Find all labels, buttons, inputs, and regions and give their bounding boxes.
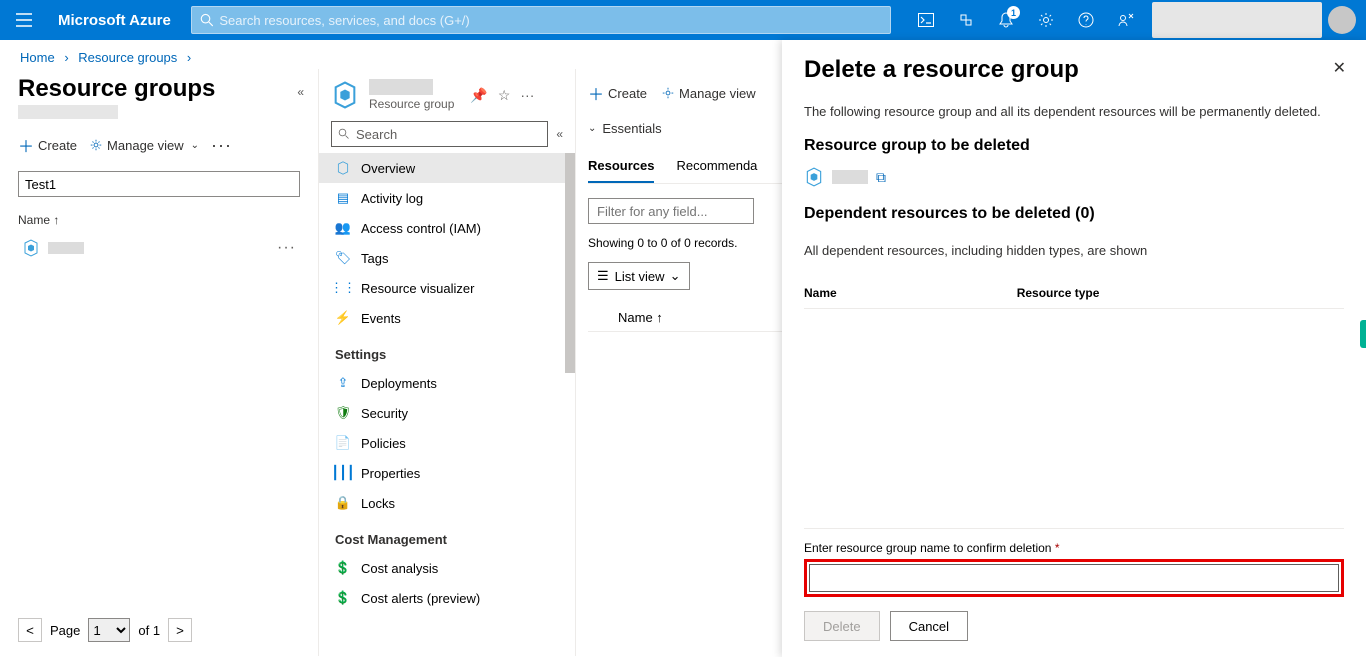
nav-access-control[interactable]: 👥Access control (IAM) [319,213,575,243]
nav-deployments[interactable]: ⇪Deployments [319,368,575,398]
nav-policies[interactable]: 📄Policies [319,428,575,458]
collapse-nav-icon[interactable]: « [556,127,563,141]
nav-search-input[interactable]: Search [331,121,548,147]
collapse-panel-icon[interactable]: « [297,85,304,99]
prev-page-button[interactable]: < [18,618,42,642]
search-input[interactable] [219,13,881,28]
more-icon[interactable]: ··· [211,135,232,156]
column-header-type: Resource type [1017,286,1100,300]
tab-recommendations[interactable]: Recommenda [676,150,757,183]
next-page-button[interactable]: > [168,618,192,642]
create-button[interactable]: ＋Create [18,133,77,157]
global-search[interactable] [191,6,891,34]
user-account[interactable] [1152,2,1322,38]
nav-security[interactable]: 🛡Security [319,398,575,428]
breadcrumb-rg[interactable]: Resource groups [78,50,177,65]
delete-resource-group-panel: ✕ Delete a resource group The following … [782,40,1366,657]
resource-group-name [832,170,868,184]
pager: < Page 1 of 1 > [18,618,192,642]
page-title: Resource groups [18,75,300,103]
flyout-title: Delete a resource group [804,56,1344,84]
create-resource-button[interactable]: ＋Create [588,81,647,105]
resource-groups-panel: « Resource groups ＋Create Manage view⌄ ·… [0,69,318,656]
directories-icon[interactable] [946,0,986,40]
breadcrumb-home[interactable]: Home [20,50,55,65]
cloud-shell-icon[interactable] [906,0,946,40]
resource-group-name [369,79,433,95]
resource-group-icon [804,167,824,187]
subscription-label [18,105,118,119]
filter-input[interactable] [18,171,300,197]
feedback-tab[interactable] [1360,320,1366,348]
manage-view-button[interactable]: Manage view⌄ [89,138,199,153]
star-icon[interactable]: ☆ [498,87,511,104]
scrollbar[interactable] [565,153,575,373]
help-icon[interactable] [1066,0,1106,40]
pin-icon[interactable]: 📌 [470,87,487,104]
nav-cost-alerts[interactable]: 💲Cost alerts (preview) [319,583,575,613]
brand-label: Microsoft Azure [48,12,191,29]
feedback-icon[interactable] [1106,0,1146,40]
tab-resources[interactable]: Resources [588,150,654,183]
page-select[interactable]: 1 [88,618,130,642]
notifications-icon[interactable]: 1 [986,0,1026,40]
confirm-name-input[interactable] [809,564,1339,592]
nav-overview[interactable]: Overview [319,153,575,183]
search-icon [200,13,214,27]
item-more-icon[interactable]: ··· [277,239,296,257]
nav-resource-visualizer[interactable]: ⋮⋮Resource visualizer [319,273,575,303]
resource-filter-input[interactable] [588,198,754,224]
nav-cost-analysis[interactable]: 💲Cost analysis [319,553,575,583]
nav-events[interactable]: ⚡Events [319,303,575,333]
top-bar: Microsoft Azure 1 [0,0,1366,40]
resource-group-icon [331,81,359,109]
hamburger-icon[interactable] [0,13,48,27]
highlight-annotation [804,559,1344,597]
nav-locks[interactable]: 🔒Locks [319,488,575,518]
delete-button[interactable]: Delete [804,611,880,641]
manage-view-button[interactable]: Manage view [661,86,756,101]
resource-nav-panel: Resource group 📌 ☆ ··· Search « Overview… [318,69,576,656]
column-header-name: Name [804,286,837,300]
nav-activity-log[interactable]: ▤Activity log [319,183,575,213]
avatar[interactable] [1328,6,1356,34]
settings-icon[interactable] [1026,0,1066,40]
cancel-button[interactable]: Cancel [890,611,968,641]
copy-icon[interactable]: ⧉ [876,169,886,186]
view-select[interactable]: ☰List view [588,262,690,290]
column-header-name[interactable]: Name ↑ [18,207,300,233]
notification-badge: 1 [1007,6,1020,19]
resource-group-item[interactable]: ··· [18,233,300,263]
more-icon[interactable]: ··· [520,87,534,104]
search-icon [338,128,350,140]
nav-properties[interactable]: ┃┃┃Properties [319,458,575,488]
nav-tags[interactable]: 🏷Tags [319,243,575,273]
close-icon[interactable]: ✕ [1333,58,1346,78]
resource-group-icon [22,239,40,257]
